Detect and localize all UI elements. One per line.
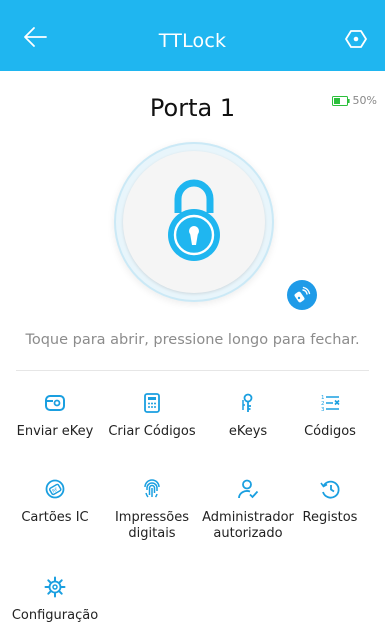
- battery-percent: 50%: [352, 94, 377, 107]
- menu-label: Enviar eKey: [16, 424, 94, 439]
- unlock-button[interactable]: [114, 142, 274, 302]
- page-title: TTLock: [158, 30, 227, 52]
- history-icon: [320, 480, 340, 499]
- menu-item-records[interactable]: Registos: [282, 478, 378, 526]
- padlock-icon: [168, 179, 220, 261]
- admin-user-icon: [238, 479, 259, 499]
- codes-list-icon: 1 2 3: [321, 395, 340, 413]
- remote-unlock-button[interactable]: [287, 280, 317, 310]
- send-ekey-icon: [45, 395, 65, 411]
- unlock-hint: Toque para abrir, pressione longo para f…: [25, 332, 360, 348]
- ic-card-icon: RF: [45, 479, 65, 499]
- menu-item-fingerprints[interactable]: Impressões digitais: [104, 478, 200, 542]
- lock-name: Porta 1: [149, 94, 236, 122]
- menu-item-settings[interactable]: Configuração: [7, 576, 103, 624]
- settings-icon[interactable]: [345, 28, 367, 50]
- lock-button-face: [123, 151, 265, 293]
- menu-label: Códigos: [304, 424, 356, 439]
- menu-label: Registos: [302, 510, 358, 525]
- menu-label: Impressões digitais: [114, 510, 190, 541]
- remote-unlock-icon: [294, 286, 311, 303]
- battery-icon: [331, 95, 350, 106]
- gear-icon: [44, 576, 66, 598]
- app-header: TTLock: [0, 0, 385, 71]
- menu-item-ic-cards[interactable]: RF Cartões IC: [7, 478, 103, 526]
- calculator-icon: [144, 393, 160, 413]
- menu-item-codes[interactable]: 1 2 3 Códigos: [282, 392, 378, 440]
- battery-indicator: 50%: [331, 94, 377, 107]
- menu-label: Configuração: [11, 608, 99, 623]
- svg-text:3: 3: [321, 407, 325, 413]
- menu-item-create-codes[interactable]: Criar Códigos: [104, 392, 200, 440]
- fingerprint-icon: [144, 479, 160, 498]
- menu-label: Cartões IC: [21, 510, 89, 525]
- menu-label: Criar Códigos: [108, 424, 196, 439]
- menu-item-send-ekey[interactable]: Enviar eKey: [7, 392, 103, 440]
- keys-icon: [242, 393, 253, 412]
- divider: [16, 370, 369, 371]
